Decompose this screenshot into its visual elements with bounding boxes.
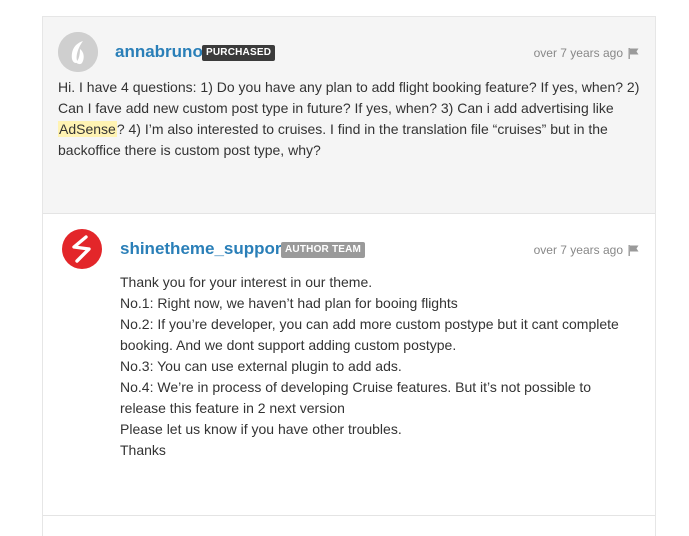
- highlighted-term: AdSense: [58, 121, 117, 137]
- flag-icon[interactable]: [628, 47, 639, 59]
- reply-line: Thank you for your interest in our theme…: [120, 274, 373, 290]
- question-text: Hi. I have 4 questions: 1) Do you have a…: [58, 77, 648, 161]
- question-meta: over 7 years ago: [534, 45, 639, 61]
- support-avatar[interactable]: [62, 229, 102, 269]
- question-timestamp[interactable]: over 7 years ago: [534, 45, 623, 61]
- comment-thread: annabruno PURCHASED over 7 years ago Hi.…: [42, 16, 656, 536]
- reply-comment: shinetheme_support AUTHOR TEAM over 7 ye…: [43, 214, 655, 514]
- reply-line: No.1: Right now, we haven’t had plan for…: [120, 295, 458, 311]
- reply-line: Please let us know if you have other tro…: [120, 421, 402, 437]
- question-text-part: Hi. I have 4 questions: 1) Do you have a…: [58, 79, 640, 116]
- question-username[interactable]: annabruno: [115, 42, 203, 62]
- leaf-icon: [58, 32, 98, 72]
- reply-line: No.2: If you’re developer, you can add m…: [120, 316, 619, 353]
- question-text-part: ? 4) I’m also interested to cruises. I f…: [58, 121, 608, 158]
- reply-line: No.3: You can use external plugin to add…: [120, 358, 402, 374]
- shinetheme-logo-icon: [62, 229, 102, 269]
- question-comment: annabruno PURCHASED over 7 years ago Hi.…: [43, 17, 655, 214]
- reply-text: Thank you for your interest in our theme…: [120, 272, 640, 461]
- reply-line: Thanks: [120, 442, 166, 458]
- reply-username[interactable]: shinetheme_support: [120, 239, 287, 259]
- comment-divider: [43, 515, 655, 516]
- user-avatar[interactable]: [58, 32, 98, 72]
- reply-line: No.4: We’re in process of developing Cru…: [120, 379, 592, 416]
- purchased-badge: PURCHASED: [202, 45, 276, 61]
- reply-meta: over 7 years ago: [534, 242, 639, 258]
- reply-timestamp[interactable]: over 7 years ago: [534, 242, 623, 258]
- author-team-badge: AUTHOR TEAM: [281, 242, 366, 258]
- flag-icon[interactable]: [628, 244, 639, 256]
